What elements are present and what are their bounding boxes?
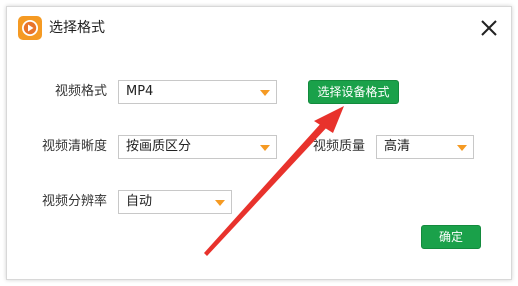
select-format-dialog: 选择格式 视频格式 MP4 选择设备格式 视频清晰度 按画质区分 视频质量 高清… [6,6,512,280]
video-resolution-value: 自动 [126,194,153,209]
video-format-label: 视频格式 [54,84,107,99]
confirm-button[interactable]: 确定 [421,225,481,249]
chevron-down-icon [215,200,225,206]
select-device-format-button[interactable]: 选择设备格式 [308,80,399,104]
play-icon [18,16,42,40]
video-quality-label: 视频质量 [312,139,365,154]
close-icon[interactable] [477,16,501,40]
video-format-value: MP4 [126,84,154,99]
video-clarity-label: 视频清晰度 [41,139,107,154]
dialog-titlebar: 选择格式 [7,7,511,49]
video-resolution-label: 视频分辨率 [41,194,107,209]
video-resolution-select[interactable]: 自动 [118,190,232,214]
video-clarity-value: 按画质区分 [126,139,192,154]
video-clarity-select[interactable]: 按画质区分 [118,135,277,159]
video-format-select[interactable]: MP4 [118,80,277,104]
video-quality-value: 高清 [384,139,411,154]
dialog-title: 选择格式 [49,20,105,36]
video-quality-select[interactable]: 高清 [376,135,474,159]
chevron-down-icon [457,145,467,151]
chevron-down-icon [260,90,270,96]
chevron-down-icon [260,145,270,151]
